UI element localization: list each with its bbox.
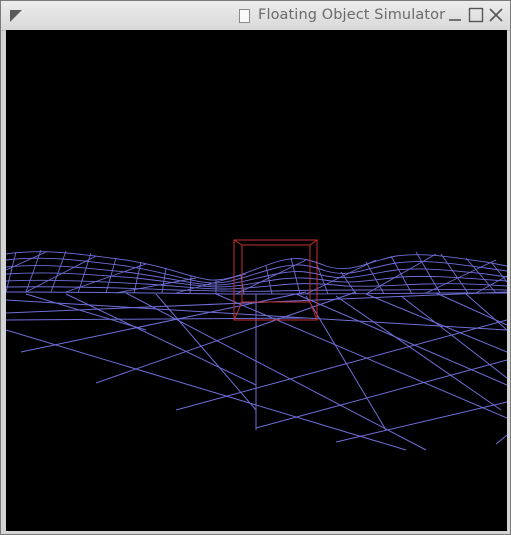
window-menu-triangle-icon[interactable] [9, 8, 23, 22]
title-bar[interactable]: Floating Object Simulator [1, 1, 510, 31]
scene-background [6, 30, 507, 531]
minimize-icon[interactable] [447, 7, 463, 23]
document-icon [239, 9, 250, 23]
close-icon[interactable] [488, 7, 504, 23]
3d-viewport[interactable] [5, 30, 508, 531]
app-window: Floating Object Simulator [0, 0, 511, 535]
window-bottom-border [1, 531, 510, 534]
maximize-icon[interactable] [468, 7, 484, 23]
scene-canvas [5, 30, 508, 531]
window-title: Floating Object Simulator [258, 7, 446, 23]
